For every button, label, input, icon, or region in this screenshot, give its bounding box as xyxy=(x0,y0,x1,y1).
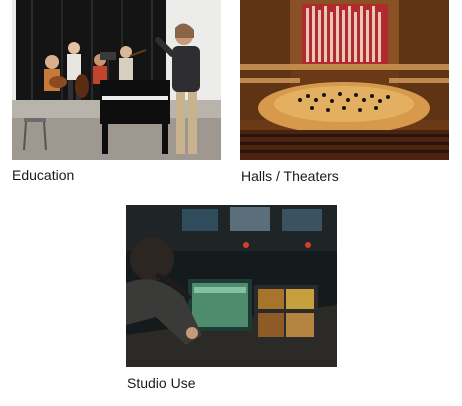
studio-use-photo xyxy=(126,205,337,367)
halls-theaters-photo xyxy=(240,0,449,160)
education-caption: Education xyxy=(12,167,75,183)
education-photo xyxy=(12,0,221,160)
halls-theaters-caption: Halls / Theaters xyxy=(241,168,339,184)
studio-use-caption: Studio Use xyxy=(127,375,196,391)
